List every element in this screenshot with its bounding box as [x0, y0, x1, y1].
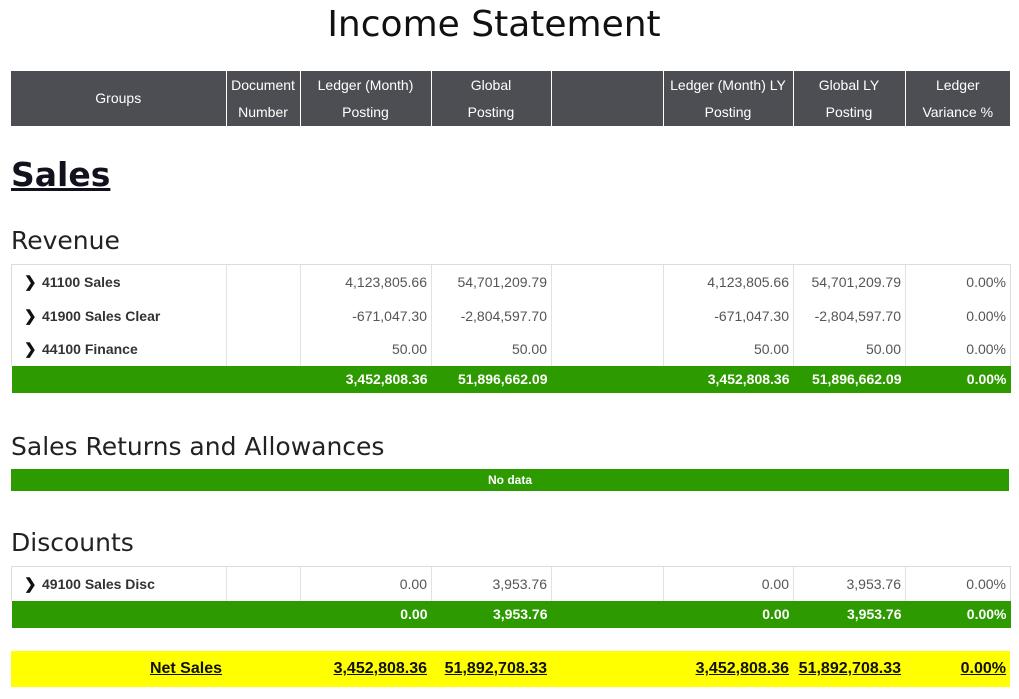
document-number-cell — [226, 298, 301, 333]
net-sales-global-ly[interactable]: 51,892,708.33 — [793, 651, 905, 687]
table-row[interactable]: ❯ 41100 Sales 4,123,805.66 54,701,209.79 … — [11, 264, 1011, 299]
global-ly-cell: 54,701,209.79 — [793, 264, 906, 299]
net-sales-global[interactable]: 51,892,708.33 — [431, 651, 551, 687]
global-cell: -2,804,597.70 — [431, 298, 552, 333]
page-title: Income Statement — [327, 4, 661, 45]
total-global-ly: 51,896,662.09 — [793, 365, 906, 393]
total-variance: 0.00% — [905, 365, 1011, 393]
ledger-ly-cell: 50.00 — [663, 332, 794, 366]
document-number-cell — [226, 264, 301, 299]
ledger-ly-cell: 4,123,805.66 — [663, 264, 794, 299]
column-header-ledger-month-ly[interactable]: Ledger (Month) LY Posting — [663, 71, 794, 126]
account-cell[interactable]: ❯ 41100 Sales — [11, 264, 227, 299]
total-global: 3,953.76 — [431, 600, 552, 628]
net-sales-variance[interactable]: 0.00% — [905, 651, 1010, 687]
column-header-bar: Groups Document Number Ledger (Month) Post… — [11, 71, 1010, 126]
global-ly-cell: 3,953.76 — [793, 566, 906, 601]
column-header-groups[interactable]: Groups — [11, 71, 227, 126]
net-sales-ledger[interactable]: 3,452,808.36 — [300, 651, 431, 687]
column-header-global[interactable]: Global Posting — [431, 71, 552, 126]
no-data-bar: No data — [11, 469, 1009, 491]
total-ledger-ly: 0.00 — [663, 600, 794, 628]
total-ledger: 3,452,808.36 — [300, 365, 432, 393]
table-row[interactable]: ❯ 44100 Finance 50.00 50.00 50.00 50.00 0… — [11, 332, 1011, 366]
variance-cell: 0.00% — [905, 298, 1011, 333]
global-ly-cell: 50.00 — [793, 332, 906, 366]
global-cell: 50.00 — [431, 332, 552, 366]
blank-cell — [551, 264, 664, 299]
chevron-right-icon[interactable]: ❯ — [16, 340, 42, 358]
total-global: 51,896,662.09 — [431, 365, 552, 393]
document-number-cell — [226, 566, 301, 601]
discounts-table: ❯ 49100 Sales Disc 0.00 3,953.76 0.00 3,9… — [11, 566, 1011, 628]
table-row[interactable]: ❯ 41900 Sales Clear -671,047.30 -2,804,59… — [11, 298, 1011, 333]
revenue-total-row: 3,452,808.36 51,896,662.09 3,452,808.36 … — [11, 365, 1011, 393]
net-sales-table: Net Sales 3,452,808.36 51,892,708.33 3,4… — [11, 651, 1010, 687]
ledger-cell: 50.00 — [300, 332, 432, 366]
net-sales-ledger-ly[interactable]: 3,452,808.36 — [663, 651, 793, 687]
group-title-revenue: Revenue — [11, 226, 120, 255]
blank-cell — [551, 298, 664, 333]
section-title-sales: Sales — [11, 155, 111, 194]
account-cell[interactable]: ❯ 49100 Sales Disc — [11, 566, 227, 601]
total-variance: 0.00% — [905, 600, 1011, 628]
ledger-ly-cell: -671,047.30 — [663, 298, 794, 333]
ledger-cell: 4,123,805.66 — [300, 264, 432, 299]
blank-cell — [551, 332, 664, 366]
global-ly-cell: -2,804,597.70 — [793, 298, 906, 333]
ledger-ly-cell: 0.00 — [663, 566, 794, 601]
variance-cell: 0.00% — [905, 264, 1011, 299]
chevron-right-icon[interactable]: ❯ — [16, 273, 42, 291]
chevron-right-icon[interactable]: ❯ — [16, 575, 42, 593]
document-number-cell — [226, 332, 301, 366]
variance-cell: 0.00% — [905, 332, 1011, 366]
account-cell[interactable]: ❯ 44100 Finance — [11, 332, 227, 366]
variance-cell: 0.00% — [905, 566, 1011, 601]
total-ledger-ly: 3,452,808.36 — [663, 365, 794, 393]
account-cell[interactable]: ❯ 41900 Sales Clear — [11, 298, 227, 333]
column-header-global-ly[interactable]: Global LY Posting — [793, 71, 906, 126]
table-row[interactable]: ❯ 49100 Sales Disc 0.00 3,953.76 0.00 3,9… — [11, 566, 1011, 601]
net-sales-label[interactable]: Net Sales — [11, 651, 226, 687]
column-header-blank — [551, 71, 664, 126]
group-title-discounts: Discounts — [11, 528, 134, 557]
ledger-cell: 0.00 — [300, 566, 432, 601]
column-header-ledger-variance[interactable]: Ledger Variance % — [905, 71, 1010, 126]
group-title-sales-returns: Sales Returns and Allowances — [11, 432, 385, 461]
chevron-right-icon[interactable]: ❯ — [16, 307, 42, 325]
blank-cell — [551, 566, 664, 601]
total-ledger: 0.00 — [300, 600, 432, 628]
global-cell: 3,953.76 — [431, 566, 552, 601]
discounts-total-row: 0.00 3,953.76 0.00 3,953.76 0.00% — [11, 600, 1011, 628]
revenue-table: ❯ 41100 Sales 4,123,805.66 54,701,209.79 … — [11, 264, 1011, 393]
global-cell: 54,701,209.79 — [431, 264, 552, 299]
net-sales-bar: Net Sales 3,452,808.36 51,892,708.33 3,4… — [11, 651, 1010, 687]
column-header-ledger-month[interactable]: Ledger (Month) Posting — [300, 71, 432, 126]
column-header-document-number[interactable]: Document Number — [226, 71, 301, 126]
ledger-cell: -671,047.30 — [300, 298, 432, 333]
total-global-ly: 3,953.76 — [793, 600, 906, 628]
